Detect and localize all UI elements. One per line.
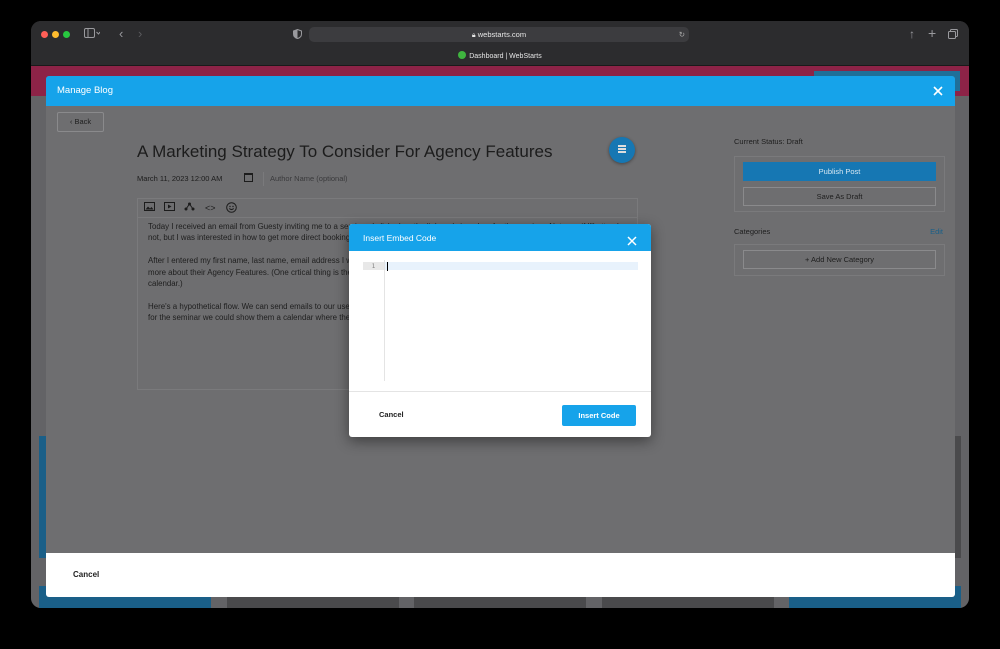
- code-icon[interactable]: <>: [205, 202, 216, 214]
- back-label: Back: [74, 117, 92, 126]
- save-draft-button[interactable]: Save As Draft: [743, 187, 936, 206]
- categories-panel: + Add New Category: [734, 244, 945, 276]
- privacy-shield-icon[interactable]: [293, 28, 302, 42]
- tab-overview-icon[interactable]: [948, 28, 958, 42]
- favicon-icon: [458, 51, 467, 59]
- active-line-highlight: [385, 262, 638, 270]
- insert-embed-dialog: Insert Embed Code 1 Cancel Insert Code: [349, 224, 651, 437]
- add-category-button[interactable]: + Add New Category: [743, 250, 936, 269]
- browser-toolbar: ‹ › 🔒︎ webstarts.com ↻ ↑ + Dashboard | W…: [31, 21, 969, 66]
- address-bar[interactable]: 🔒︎ webstarts.com ↻: [309, 27, 689, 42]
- publish-post-button[interactable]: Publish Post: [743, 162, 936, 181]
- minimize-window-button[interactable]: [52, 31, 59, 38]
- status-label: Current Status: Draft: [734, 137, 803, 146]
- share-icon[interactable]: ↑: [909, 27, 915, 41]
- manage-blog-header: Manage Blog: [46, 76, 955, 106]
- emoji-icon[interactable]: [226, 202, 237, 216]
- tab-title: Dashboard | WebStarts: [469, 53, 542, 60]
- insert-code-button[interactable]: Insert Code: [562, 405, 636, 426]
- plus-icon: +: [804, 255, 810, 264]
- embed-dialog-header: Insert Embed Code: [349, 224, 651, 251]
- reload-icon[interactable]: ↻: [679, 27, 685, 42]
- close-window-button[interactable]: [41, 31, 48, 38]
- text-caret: [387, 262, 388, 271]
- add-category-label: Add New Category: [811, 255, 874, 264]
- browser-window: ‹ › 🔒︎ webstarts.com ↻ ↑ + Dashboard | W…: [31, 21, 969, 608]
- chevron-left-icon: ‹: [69, 117, 73, 126]
- image-icon[interactable]: [144, 202, 155, 214]
- back-nav-icon[interactable]: ‹: [119, 27, 123, 41]
- embed-cancel-button[interactable]: Cancel: [379, 392, 404, 437]
- sidebar-toggle-icon[interactable]: [84, 28, 101, 42]
- categories-edit-link[interactable]: Edit: [930, 227, 943, 236]
- manage-blog-footer: Cancel: [46, 553, 955, 597]
- editor-toolbar: <>: [138, 199, 637, 218]
- close-icon[interactable]: [931, 84, 945, 98]
- author-name-input[interactable]: Author Name (optional): [263, 172, 470, 186]
- video-icon[interactable]: [164, 202, 175, 214]
- back-button[interactable]: ‹ Back: [57, 112, 104, 132]
- post-date[interactable]: March 11, 2023 12:00 AM: [137, 174, 222, 183]
- line-number: 1: [363, 262, 384, 270]
- calendar-icon[interactable]: [244, 173, 253, 182]
- zoom-window-button[interactable]: [63, 31, 70, 38]
- manage-blog-title: Manage Blog: [57, 85, 113, 96]
- lock-icon: 🔒︎: [471, 32, 476, 39]
- embed-code-editor[interactable]: 1: [363, 260, 638, 381]
- forward-nav-icon[interactable]: ›: [138, 27, 142, 41]
- new-tab-icon[interactable]: +: [928, 26, 936, 40]
- active-tab[interactable]: Dashboard | WebStarts: [31, 51, 969, 63]
- status-panel: Publish Post Save As Draft: [734, 156, 945, 212]
- embed-network-icon[interactable]: [184, 202, 195, 214]
- close-icon[interactable]: [627, 233, 637, 246]
- post-title[interactable]: A Marketing Strategy To Consider For Age…: [137, 142, 552, 162]
- embed-dialog-footer: Cancel Insert Code: [349, 391, 651, 437]
- list-icon: [618, 145, 626, 147]
- embed-dialog-title: Insert Embed Code: [363, 233, 437, 243]
- categories-label: Categories: [734, 227, 771, 236]
- post-menu-button[interactable]: [609, 137, 635, 163]
- url-text: webstarts.com: [477, 30, 527, 39]
- cancel-button[interactable]: Cancel: [73, 553, 99, 597]
- line-number-gutter: 1: [363, 260, 385, 381]
